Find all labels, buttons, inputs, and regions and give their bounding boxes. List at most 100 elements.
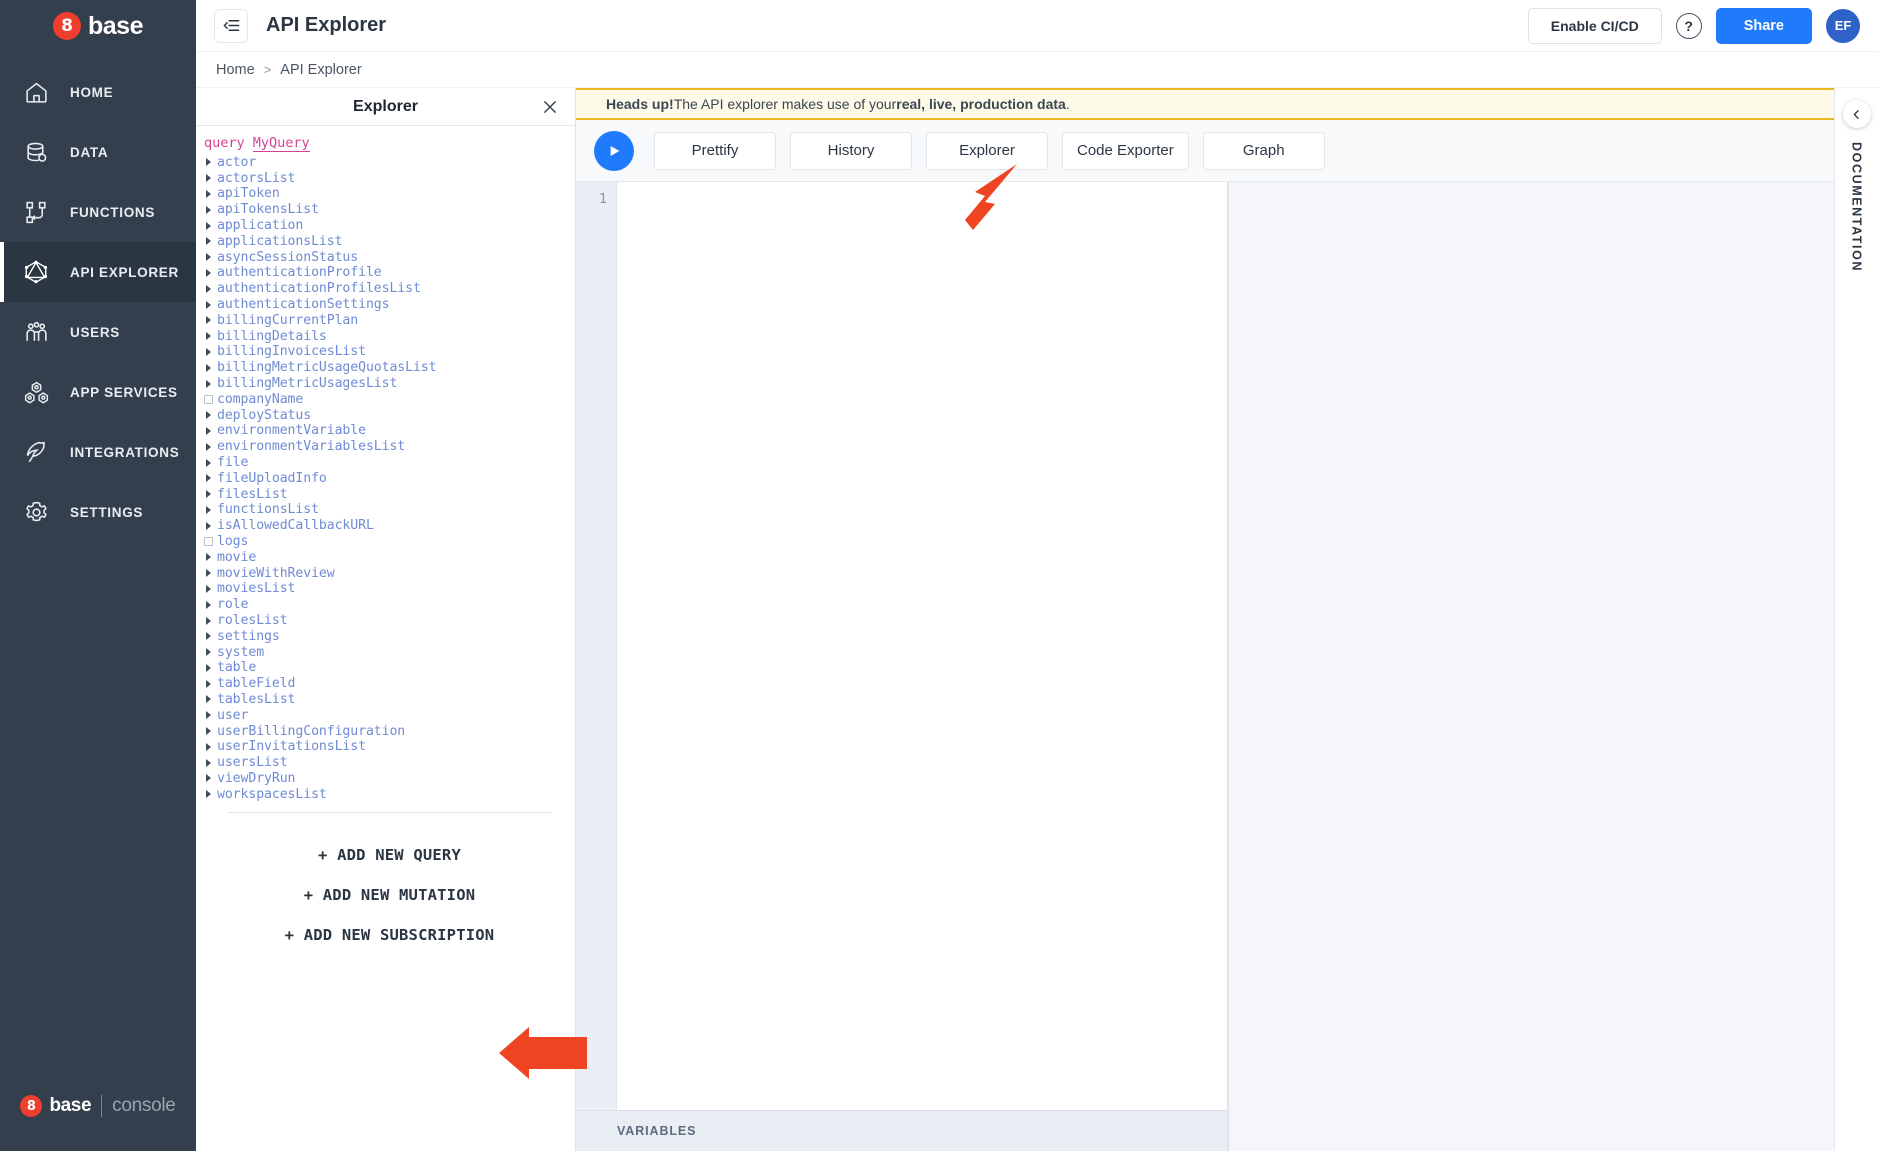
explorer-field-authenticationProfile[interactable]: authenticationProfile [204,265,575,281]
explorer-field-userBillingConfiguration[interactable]: userBillingConfiguration [204,723,575,739]
expand-triangle-icon[interactable] [204,521,213,530]
explorer-field-rolesList[interactable]: rolesList [204,613,575,629]
expand-triangle-icon[interactable] [204,347,213,356]
prettify-button[interactable]: Prettify [654,132,776,170]
explorer-field-fileUploadInfo[interactable]: fileUploadInfo [204,470,575,486]
explorer-field-authenticationProfilesList[interactable]: authenticationProfilesList [204,281,575,297]
explorer-field-billingMetricUsagesList[interactable]: billingMetricUsagesList [204,376,575,392]
explorer-field-companyName[interactable]: companyName [204,391,575,407]
play-icon[interactable] [594,131,634,171]
breadcrumb-item-home[interactable]: Home [216,62,255,78]
expand-triangle-icon[interactable] [204,600,213,609]
expand-triangle-icon[interactable] [204,253,213,262]
variables-toggle[interactable]: VARIABLES [576,1110,1227,1151]
explorer-field-table[interactable]: table [204,660,575,676]
add-new-subscription-button[interactable]: + ADD NEW SUBSCRIPTION [204,915,575,955]
expand-triangle-icon[interactable] [204,332,213,341]
sidebar-item-functions[interactable]: FUNCTIONS [0,182,196,242]
collapse-sidebar-icon[interactable] [214,9,248,43]
expand-triangle-icon[interactable] [204,505,213,514]
explorer-field-actor[interactable]: actor [204,155,575,171]
expand-triangle-icon[interactable] [204,663,213,672]
expand-triangle-icon[interactable] [204,300,213,309]
history-button[interactable]: History [790,132,912,170]
explorer-field-moviesList[interactable]: moviesList [204,581,575,597]
explorer-field-system[interactable]: system [204,644,575,660]
explorer-field-filesList[interactable]: filesList [204,486,575,502]
explorer-field-apiTokensList[interactable]: apiTokensList [204,202,575,218]
expand-triangle-icon[interactable] [204,474,213,483]
expand-triangle-icon[interactable] [204,553,213,562]
explorer-field-apiToken[interactable]: apiToken [204,186,575,202]
sidebar-item-settings[interactable]: SETTINGS [0,482,196,542]
sidebar-item-users[interactable]: USERS [0,302,196,362]
explorer-field-user[interactable]: user [204,707,575,723]
help-icon[interactable]: ? [1676,13,1702,39]
explorer-field-settings[interactable]: settings [204,628,575,644]
expand-triangle-icon[interactable] [204,379,213,388]
expand-triangle-icon[interactable] [204,442,213,451]
explorer-button[interactable]: Explorer [926,132,1048,170]
expand-triangle-icon[interactable] [204,316,213,325]
explorer-field-logs[interactable]: logs [204,534,575,550]
expand-triangle-icon[interactable] [204,363,213,372]
expand-triangle-icon[interactable] [204,695,213,704]
expand-triangle-icon[interactable] [204,268,213,277]
expand-triangle-icon[interactable] [204,632,213,641]
share-button[interactable]: Share [1716,8,1812,44]
sidebar-item-app-services[interactable]: APP SERVICES [0,362,196,422]
query-input[interactable] [617,182,1227,1110]
add-new-query-button[interactable]: + ADD NEW QUERY [204,835,575,875]
explorer-field-deployStatus[interactable]: deployStatus [204,407,575,423]
add-new-mutation-button[interactable]: + ADD NEW MUTATION [204,875,575,915]
brand-logo[interactable]: 8 base [0,0,196,52]
explorer-field-tablesList[interactable]: tablesList [204,692,575,708]
explorer-field-billingCurrentPlan[interactable]: billingCurrentPlan [204,312,575,328]
enable-cicd-button[interactable]: Enable CI/CD [1528,8,1662,44]
sidebar-item-data[interactable]: DATA [0,122,196,182]
explorer-field-userInvitationsList[interactable]: userInvitationsList [204,739,575,755]
field-checkbox[interactable] [204,537,213,546]
expand-triangle-icon[interactable] [204,458,213,467]
expand-triangle-icon[interactable] [204,158,213,167]
expand-triangle-icon[interactable] [204,284,213,293]
chevron-left-icon[interactable] [1843,100,1871,128]
explorer-field-authenticationSettings[interactable]: authenticationSettings [204,297,575,313]
expand-triangle-icon[interactable] [204,648,213,657]
query-declaration[interactable]: query MyQuery [204,134,575,154]
expand-triangle-icon[interactable] [204,790,213,799]
expand-triangle-icon[interactable] [204,679,213,688]
expand-triangle-icon[interactable] [204,774,213,783]
expand-triangle-icon[interactable] [204,727,213,736]
avatar[interactable]: EF [1826,9,1860,43]
explorer-field-usersList[interactable]: usersList [204,755,575,771]
sidebar-item-integrations[interactable]: INTEGRATIONS [0,422,196,482]
sidebar-item-api-explorer[interactable]: API EXPLORER [0,242,196,302]
close-icon[interactable] [541,98,559,116]
explorer-field-environmentVariable[interactable]: environmentVariable [204,423,575,439]
expand-triangle-icon[interactable] [204,584,213,593]
explorer-field-isAllowedCallbackURL[interactable]: isAllowedCallbackURL [204,518,575,534]
expand-triangle-icon[interactable] [204,742,213,751]
explorer-field-viewDryRun[interactable]: viewDryRun [204,771,575,787]
explorer-field-functionsList[interactable]: functionsList [204,502,575,518]
explorer-field-movieWithReview[interactable]: movieWithReview [204,565,575,581]
expand-triangle-icon[interactable] [204,189,213,198]
field-checkbox[interactable] [204,395,213,404]
explorer-field-billingMetricUsageQuotasList[interactable]: billingMetricUsageQuotasList [204,360,575,376]
breadcrumb-item-api-explorer[interactable]: API Explorer [280,62,361,78]
expand-triangle-icon[interactable] [204,221,213,230]
explorer-field-movie[interactable]: movie [204,549,575,565]
expand-triangle-icon[interactable] [204,411,213,420]
sidebar-item-home[interactable]: HOME [0,62,196,122]
expand-triangle-icon[interactable] [204,711,213,720]
expand-triangle-icon[interactable] [204,237,213,246]
expand-triangle-icon[interactable] [204,569,213,578]
code-exporter-button[interactable]: Code Exporter [1062,132,1189,170]
explorer-field-asyncSessionStatus[interactable]: asyncSessionStatus [204,249,575,265]
explorer-field-workspacesList[interactable]: workspacesList [204,786,575,802]
query-name[interactable]: MyQuery [253,135,310,152]
explorer-field-applicationsList[interactable]: applicationsList [204,233,575,249]
explorer-field-actorsList[interactable]: actorsList [204,170,575,186]
explorer-field-tableField[interactable]: tableField [204,676,575,692]
